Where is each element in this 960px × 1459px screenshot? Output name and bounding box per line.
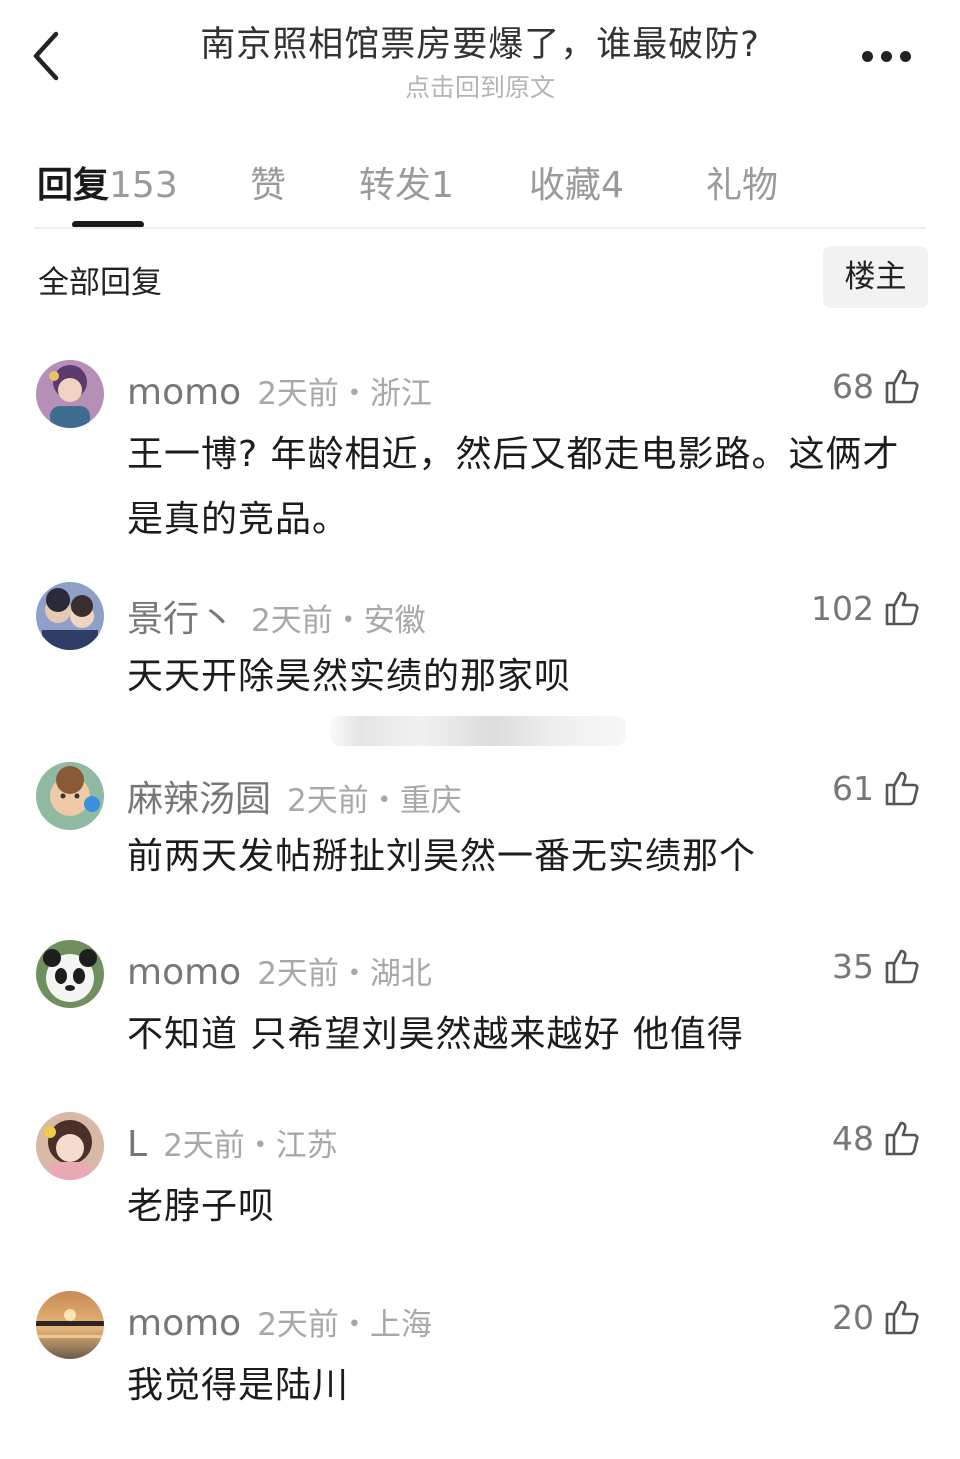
thumbs-up-icon xyxy=(885,949,919,984)
back-button[interactable] xyxy=(22,28,74,84)
more-button[interactable] xyxy=(858,46,916,66)
comment-text: 王一博? 年龄相近，然后又都走电影路。这俩才是真的竞品。 xyxy=(127,434,900,540)
blurred-watermark xyxy=(330,716,626,746)
comment-time-location: 2天前・湖北 xyxy=(257,956,432,992)
like-button[interactable]: 68 xyxy=(832,360,922,412)
comment-time-location: 2天前・重庆 xyxy=(287,783,462,819)
divider xyxy=(34,227,926,229)
thumbs-up-icon xyxy=(885,591,919,626)
chevron-left-icon xyxy=(33,31,59,81)
like-count: 20 xyxy=(832,1297,874,1337)
avatar[interactable] xyxy=(36,1112,104,1180)
more-dots-icon xyxy=(862,51,873,62)
like-button[interactable]: 61 xyxy=(832,762,922,814)
tab-gifts[interactable]: 礼物 xyxy=(706,156,778,208)
username[interactable]: momo xyxy=(127,952,241,993)
comment-text: 我觉得是陆川 xyxy=(127,1365,350,1406)
like-button[interactable]: 102 xyxy=(811,582,922,634)
comment-time-location: 2天前・上海 xyxy=(257,1307,432,1343)
thumbs-up-icon xyxy=(885,1121,919,1156)
comment-text: 老脖子呗 xyxy=(127,1186,276,1227)
like-count: 68 xyxy=(832,366,874,406)
like-count: 61 xyxy=(832,768,874,808)
username[interactable]: L xyxy=(127,1124,147,1165)
like-count: 35 xyxy=(832,946,874,986)
username[interactable]: momo xyxy=(127,372,241,413)
avatar[interactable] xyxy=(36,940,104,1008)
comment-text: 天天开除昊然实绩的那家呗 xyxy=(127,656,572,697)
comment-text: 不知道 只希望刘昊然越来越好 他值得 xyxy=(127,1014,744,1055)
back-to-original-link[interactable]: 点击回到原文 xyxy=(300,68,660,104)
tab-favorites[interactable]: 收藏4 xyxy=(529,156,624,208)
owner-only-button[interactable]: 楼主 xyxy=(823,246,928,308)
page-title: 南京照相馆票房要爆了，谁最破防? xyxy=(200,25,760,65)
tab-bar: 回复153 赞 转发1 收藏4 礼物 xyxy=(0,140,960,230)
all-replies-label: 全部回复 xyxy=(38,265,162,301)
comment-time-location: 2天前・浙江 xyxy=(257,376,432,412)
like-count: 102 xyxy=(811,588,874,628)
avatar[interactable] xyxy=(36,582,104,650)
like-button[interactable]: 20 xyxy=(832,1291,922,1343)
comment-time-location: 2天前・安徽 xyxy=(251,603,426,639)
like-count: 48 xyxy=(832,1118,874,1158)
tab-likes[interactable]: 赞 xyxy=(250,156,286,208)
username[interactable]: 景行丶 xyxy=(127,599,235,640)
like-button[interactable]: 48 xyxy=(832,1112,922,1164)
username[interactable]: 麻辣汤圆 xyxy=(127,779,271,820)
tab-replies[interactable]: 回复153 xyxy=(37,156,178,208)
avatar[interactable] xyxy=(36,360,104,428)
comment-time-location: 2天前・江苏 xyxy=(163,1128,338,1164)
thumbs-up-icon xyxy=(885,369,919,404)
avatar[interactable] xyxy=(36,762,104,830)
top-bar: 南京照相馆票房要爆了，谁最破防? 点击回到原文 xyxy=(0,0,960,120)
avatar[interactable] xyxy=(36,1291,104,1359)
thumbs-up-icon xyxy=(885,771,919,806)
comment-text: 前两天发帖掰扯刘昊然一番无实绩那个 xyxy=(127,836,757,877)
like-button[interactable]: 35 xyxy=(832,940,922,992)
username[interactable]: momo xyxy=(127,1303,241,1344)
tab-reposts[interactable]: 转发1 xyxy=(359,156,454,208)
thumbs-up-icon xyxy=(885,1300,919,1335)
